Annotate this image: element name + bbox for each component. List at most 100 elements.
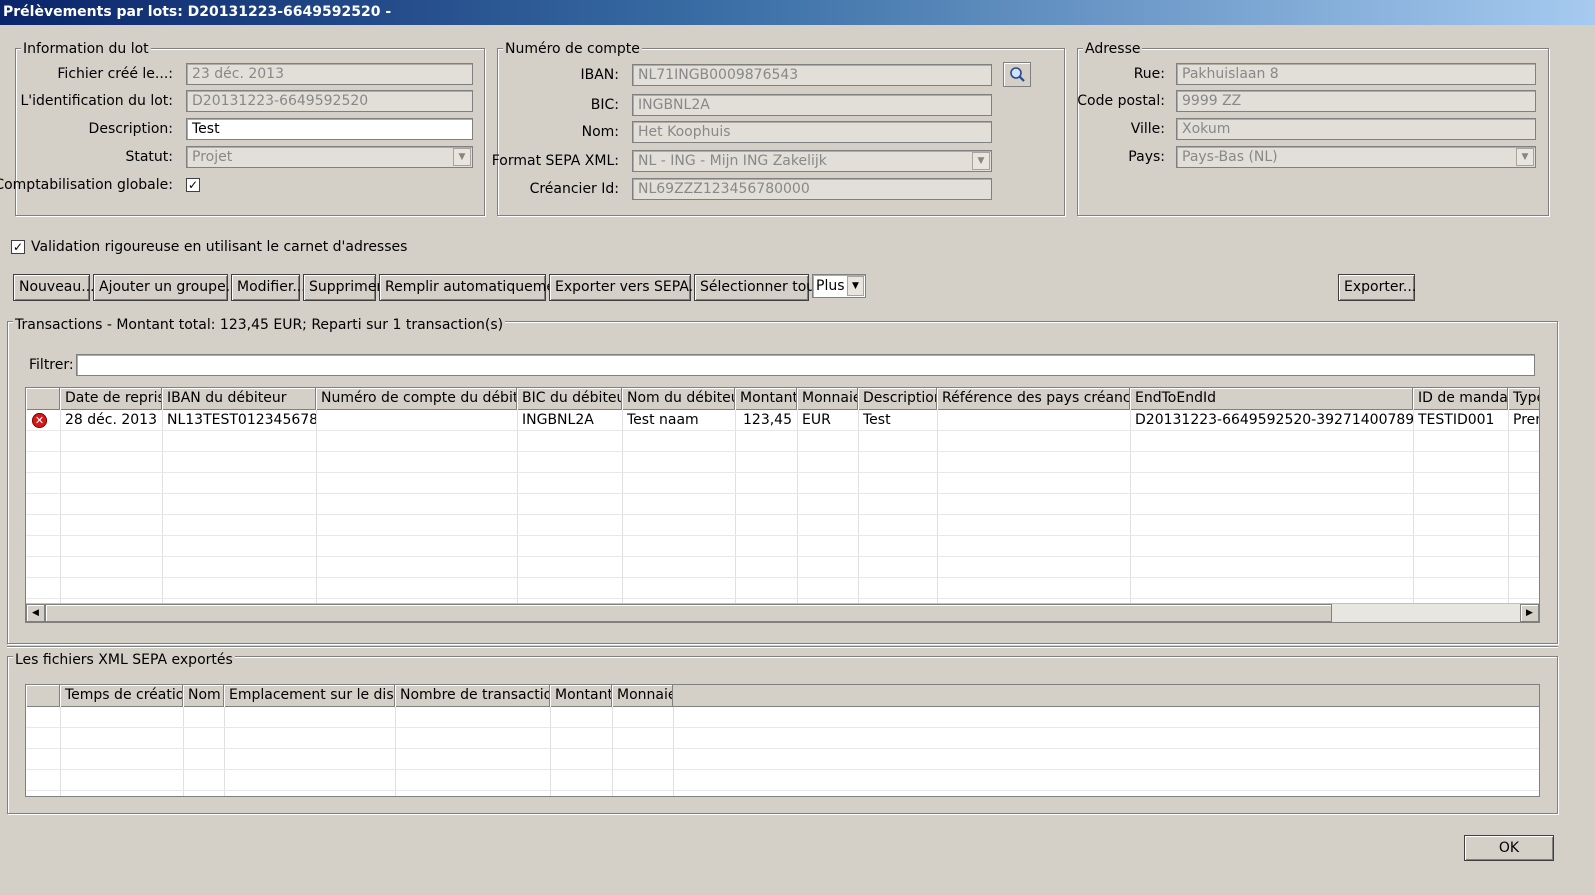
ville-label: Ville: (1130, 121, 1165, 137)
chevron-down-icon[interactable]: ▼ (453, 148, 471, 166)
col-bic[interactable]: BIC du débiteur (517, 388, 622, 410)
col-emplacement[interactable]: Emplacement sur le disque (224, 685, 395, 707)
cell-type: Prem (1513, 412, 1539, 428)
pays-value: Pays-Bas (NL) (1182, 149, 1278, 165)
table-row (26, 578, 1539, 599)
compta-label: Comptabilisation globale: (0, 177, 173, 193)
divider (7, 646, 1558, 648)
cell-bic: INGBNL2A (522, 412, 594, 428)
ok-button[interactable]: OK (1464, 835, 1554, 861)
transactions-header: Date de reprise IBAN du débiteur Numéro … (26, 388, 1539, 410)
statut-label: Statut: (125, 149, 173, 165)
col-date[interactable]: Date de reprise (60, 388, 162, 410)
cell-montant: 123,45 (743, 412, 792, 428)
col-mandat[interactable]: ID de mandat (1413, 388, 1508, 410)
filter-label: Filtrer: (29, 357, 74, 373)
cell-date: 28 déc. 2013 (65, 412, 157, 428)
ville-field[interactable]: Xokum (1176, 118, 1536, 140)
fichier-label: Fichier créé le...: (57, 66, 173, 82)
col-nom[interactable]: Nom du débiteur (622, 388, 735, 410)
chevron-down-icon[interactable]: ▼ (972, 152, 990, 170)
exported-table: Temps de création Nom Emplacement sur le… (25, 684, 1540, 797)
format-value: NL - ING - Mijn ING Zakelijk (638, 153, 827, 169)
scroll-right-icon[interactable]: ▶ (1520, 604, 1539, 622)
chevron-down-icon[interactable]: ▼ (847, 276, 864, 296)
col-exp-status[interactable] (26, 685, 60, 707)
cell-monnaie: EUR (802, 412, 831, 428)
col-description[interactable]: Description (858, 388, 937, 410)
table-row (26, 728, 1539, 749)
validation-label: Validation rigoureuse en utilisant le ca… (31, 239, 408, 255)
supprimer-button[interactable]: Supprimer (303, 274, 382, 301)
bic-label: BIC: (590, 97, 619, 113)
search-button[interactable] (1003, 62, 1031, 87)
pays-select[interactable]: Pays-Bas (NL) ▼ (1176, 146, 1536, 168)
table-row (26, 452, 1539, 473)
scrollbar-thumb[interactable] (45, 604, 1332, 622)
cell-mandat: TESTID001 (1418, 412, 1495, 428)
col-status[interactable] (26, 388, 60, 410)
table-row[interactable]: ✕ 28 déc. 2013 NL13TEST0123456789 INGBNL… (26, 410, 1539, 431)
chevron-down-icon[interactable]: ▼ (1516, 148, 1534, 166)
info-lot-legend: Information du lot (21, 41, 151, 57)
scroll-left-icon[interactable]: ◀ (26, 604, 45, 622)
ident-field[interactable]: D20131223-6649592520 (186, 90, 473, 112)
rue-label: Rue: (1133, 66, 1165, 82)
transactions-legend: Transactions - Montant total: 123,45 EUR… (13, 317, 506, 333)
table-row (26, 494, 1539, 515)
creancier-field[interactable]: NL69ZZZ123456780000 (632, 178, 992, 200)
window-title: Prélèvements par lots: D20131223-6649592… (0, 0, 1595, 25)
description-label: Description: (88, 121, 173, 137)
nom-label: Nom: (581, 124, 619, 140)
table-row (26, 431, 1539, 452)
ajouter-groupe-button[interactable]: Ajouter un groupe... (93, 274, 239, 301)
table-row (26, 515, 1539, 536)
adresse-legend: Adresse (1083, 41, 1143, 57)
col-nombre[interactable]: Nombre de transactions (395, 685, 550, 707)
nouveau-button[interactable]: Nouveau... (13, 274, 95, 301)
pays-label: Pays: (1128, 149, 1165, 165)
cell-iban: NL13TEST0123456789 (167, 412, 316, 428)
rue-field[interactable]: Pakhuislaan 8 (1176, 63, 1536, 85)
table-row (26, 749, 1539, 770)
cell-numero (316, 410, 517, 431)
col-monnaie[interactable]: Monnaie (797, 388, 858, 410)
col-exp-montant[interactable]: Montant (550, 685, 612, 707)
validation-checkbox[interactable]: ✓ (11, 240, 25, 254)
description-field[interactable]: Test (186, 118, 473, 140)
statut-select[interactable]: Projet ▼ (186, 146, 473, 168)
cp-field[interactable]: 9999 ZZ (1176, 90, 1536, 112)
modifier-button[interactable]: Modifier... (231, 274, 306, 301)
exporter-button[interactable]: Exporter... (1338, 274, 1416, 301)
col-temps[interactable]: Temps de création (60, 685, 183, 707)
table-row (26, 770, 1539, 791)
horizontal-scrollbar[interactable]: ◀ ▶ (26, 603, 1539, 622)
creancier-label: Créancier Id: (529, 181, 619, 197)
exported-header: Temps de création Nom Emplacement sur le… (26, 685, 1539, 707)
plus-select[interactable]: Plus ▼ (812, 274, 866, 298)
col-endtoend[interactable]: EndToEndId (1130, 388, 1413, 410)
selectionner-tous-button[interactable]: Sélectionner tous (694, 274, 822, 301)
remplir-button[interactable]: Remplir automatiquement (379, 274, 569, 301)
exporter-sepa-button[interactable]: Exporter vers SEPA... (549, 274, 702, 301)
filter-input[interactable] (76, 354, 1535, 376)
format-select[interactable]: NL - ING - Mijn ING Zakelijk ▼ (632, 150, 992, 172)
col-type[interactable]: Type (1508, 388, 1539, 410)
compte-legend: Numéro de compte (503, 41, 642, 57)
bic-field[interactable]: INGBNL2A (632, 94, 992, 116)
col-exp-nom[interactable]: Nom (183, 685, 224, 707)
iban-field[interactable]: NL71INGB0009876543 (632, 64, 992, 86)
cell-nom: Test naam (627, 412, 699, 428)
col-exp-monnaie[interactable]: Monnaie (612, 685, 673, 707)
col-iban[interactable]: IBAN du débiteur (162, 388, 316, 410)
format-label: Format SEPA XML: (491, 153, 619, 169)
col-numero[interactable]: Numéro de compte du débiteur (316, 388, 517, 410)
compta-checkbox[interactable]: ✓ (186, 178, 200, 192)
search-icon (1010, 67, 1025, 82)
error-icon: ✕ (32, 413, 47, 428)
col-montant[interactable]: Montant (735, 388, 797, 410)
nom-field[interactable]: Het Koophuis (632, 121, 992, 143)
table-row (26, 707, 1539, 728)
fichier-field[interactable]: 23 déc. 2013 (186, 63, 473, 85)
col-reference[interactable]: Référence des pays créanciers (937, 388, 1130, 410)
